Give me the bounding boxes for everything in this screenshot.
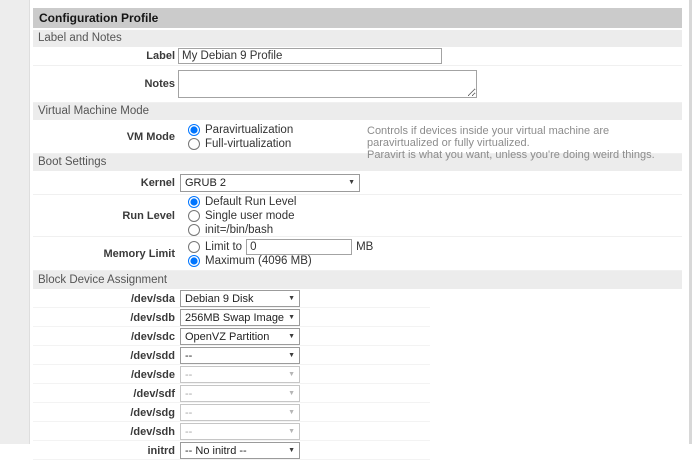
device-label: /dev/sdb: [33, 312, 178, 324]
dropdown-arrow-icon: ▼: [288, 295, 295, 302]
run-level-option-default[interactable]: Default Run Level: [188, 195, 296, 208]
vm-mode-help-line1: Controls if devices inside your virtual …: [367, 125, 682, 149]
notes-field-label: Notes: [33, 78, 178, 90]
device-label: /dev/sdc: [33, 331, 178, 343]
device-row-sdg: /dev/sdg -- ▼: [33, 403, 682, 422]
device-select-value: --: [185, 369, 192, 381]
memory-limit-limit-to-label: Limit to: [205, 241, 242, 253]
memory-limit-option-limit-to[interactable]: Limit to MB: [188, 240, 373, 253]
kernel-row: Kernel GRUB 2 ▼: [33, 171, 682, 195]
page-title: Configuration Profile: [33, 8, 682, 28]
notes-textarea[interactable]: [178, 70, 477, 98]
section-label-and-notes: Label and Notes: [33, 30, 682, 47]
memory-limit-radio-group: Limit to MB Maximum (4096 MB): [178, 240, 373, 267]
vm-mode-option-label: Paravirtualization: [205, 124, 293, 136]
configuration-profile-page: { "window": { "title": "Configuration Pr…: [0, 0, 694, 444]
run-level-option-single-user[interactable]: Single user mode: [188, 209, 296, 222]
device-row-sdc: /dev/sdc OpenVZ Partition ▼: [33, 327, 682, 346]
dropdown-arrow-icon: ▼: [288, 409, 295, 416]
kernel-label: Kernel: [33, 177, 178, 189]
left-gutter: [0, 0, 30, 444]
device-select-value: OpenVZ Partition: [185, 331, 269, 343]
device-select-sdg: -- ▼: [180, 404, 300, 421]
device-row-sdd: /dev/sdd -- ▼: [33, 346, 682, 365]
device-select-sdc[interactable]: OpenVZ Partition ▼: [180, 328, 300, 345]
device-row-sde: /dev/sde -- ▼: [33, 365, 682, 384]
label-field-row: Label: [33, 47, 682, 66]
vm-mode-radio-full-virtualization[interactable]: [188, 138, 200, 150]
device-select-sdf: -- ▼: [180, 385, 300, 402]
memory-limit-row: Memory Limit Limit to MB Maximum (4096 M…: [33, 237, 682, 271]
device-select-value: -- No initrd --: [185, 445, 247, 457]
device-select-value: --: [185, 426, 192, 438]
dropdown-arrow-icon: ▼: [288, 428, 295, 435]
run-level-radio-default[interactable]: [188, 196, 200, 208]
label-input[interactable]: [178, 48, 442, 64]
device-label: /dev/sde: [33, 369, 178, 381]
memory-limit-label: Memory Limit: [33, 248, 178, 260]
device-select-sdb[interactable]: 256MB Swap Image ▼: [180, 309, 300, 326]
device-select-sdd[interactable]: -- ▼: [180, 347, 300, 364]
vm-mode-radio-group: Paravirtualization Full-virtualization: [178, 123, 293, 150]
device-label: /dev/sdg: [33, 407, 178, 419]
dropdown-arrow-icon: ▼: [288, 447, 295, 454]
device-row-sda: /dev/sda Debian 9 Disk ▼: [33, 289, 682, 308]
dropdown-arrow-icon: ▼: [288, 333, 295, 340]
device-row-sdh: /dev/sdh -- ▼: [33, 422, 682, 441]
scrollbar-track[interactable]: [689, 0, 692, 444]
vm-mode-option-full-virtualization[interactable]: Full-virtualization: [188, 137, 293, 150]
run-level-option-label: Default Run Level: [205, 196, 296, 208]
run-level-radio-group: Default Run Level Single user mode init=…: [178, 195, 296, 236]
notes-field-row: Notes: [33, 66, 682, 103]
memory-limit-maximum-label: Maximum (4096 MB): [205, 255, 312, 267]
device-select-initrd[interactable]: -- No initrd -- ▼: [180, 442, 300, 459]
device-label: /dev/sdh: [33, 426, 178, 438]
dropdown-arrow-icon: ▼: [288, 371, 295, 378]
vm-mode-label: VM Mode: [33, 131, 178, 143]
device-select-value: Debian 9 Disk: [185, 293, 253, 305]
run-level-option-label: init=/bin/bash: [205, 224, 273, 236]
run-level-radio-init-bash[interactable]: [188, 224, 200, 236]
device-row-sdf: /dev/sdf -- ▼: [33, 384, 682, 403]
memory-limit-option-maximum[interactable]: Maximum (4096 MB): [188, 254, 373, 267]
vm-mode-option-paravirtualization[interactable]: Paravirtualization: [188, 123, 293, 136]
kernel-select-value: GRUB 2: [185, 177, 226, 189]
vm-mode-help-line2: Paravirt is what you want, unless you're…: [367, 149, 682, 161]
section-virtual-machine-mode: Virtual Machine Mode: [33, 103, 682, 120]
device-label: initrd: [33, 445, 178, 457]
device-select-sdh: -- ▼: [180, 423, 300, 440]
run-level-row: Run Level Default Run Level Single user …: [33, 195, 682, 237]
device-select-sda[interactable]: Debian 9 Disk ▼: [180, 290, 300, 307]
device-row-sdb: /dev/sdb 256MB Swap Image ▼: [33, 308, 682, 327]
vm-mode-help-text: Controls if devices inside your virtual …: [367, 125, 682, 161]
memory-limit-radio-maximum[interactable]: [188, 255, 200, 267]
memory-limit-radio-limit-to[interactable]: [188, 241, 200, 253]
memory-limit-unit-label: MB: [356, 241, 373, 253]
device-select-sde: -- ▼: [180, 366, 300, 383]
device-select-value: --: [185, 407, 192, 419]
run-level-option-init-bash[interactable]: init=/bin/bash: [188, 223, 296, 236]
dropdown-arrow-icon: ▼: [348, 179, 355, 186]
dropdown-arrow-icon: ▼: [288, 390, 295, 397]
device-label: /dev/sdd: [33, 350, 178, 362]
run-level-label: Run Level: [33, 210, 178, 222]
run-level-option-label: Single user mode: [205, 210, 295, 222]
device-select-value: 256MB Swap Image: [185, 312, 284, 324]
vm-mode-radio-paravirtualization[interactable]: [188, 124, 200, 136]
kernel-select[interactable]: GRUB 2 ▼: [180, 174, 360, 192]
dropdown-arrow-icon: ▼: [288, 352, 295, 359]
device-select-value: --: [185, 388, 192, 400]
device-select-value: --: [185, 350, 192, 362]
run-level-radio-single-user[interactable]: [188, 210, 200, 222]
vm-mode-option-label: Full-virtualization: [205, 138, 291, 150]
section-block-device-assignment: Block Device Assignment: [33, 271, 682, 289]
vm-mode-row: VM Mode Paravirtualization Full-virtuali…: [33, 120, 682, 154]
label-field-label: Label: [33, 50, 178, 62]
configuration-form: Configuration Profile Label and Notes La…: [33, 8, 682, 460]
memory-limit-value-input[interactable]: [246, 239, 352, 255]
device-label: /dev/sda: [33, 293, 178, 305]
dropdown-arrow-icon: ▼: [288, 314, 295, 321]
device-label: /dev/sdf: [33, 388, 178, 400]
